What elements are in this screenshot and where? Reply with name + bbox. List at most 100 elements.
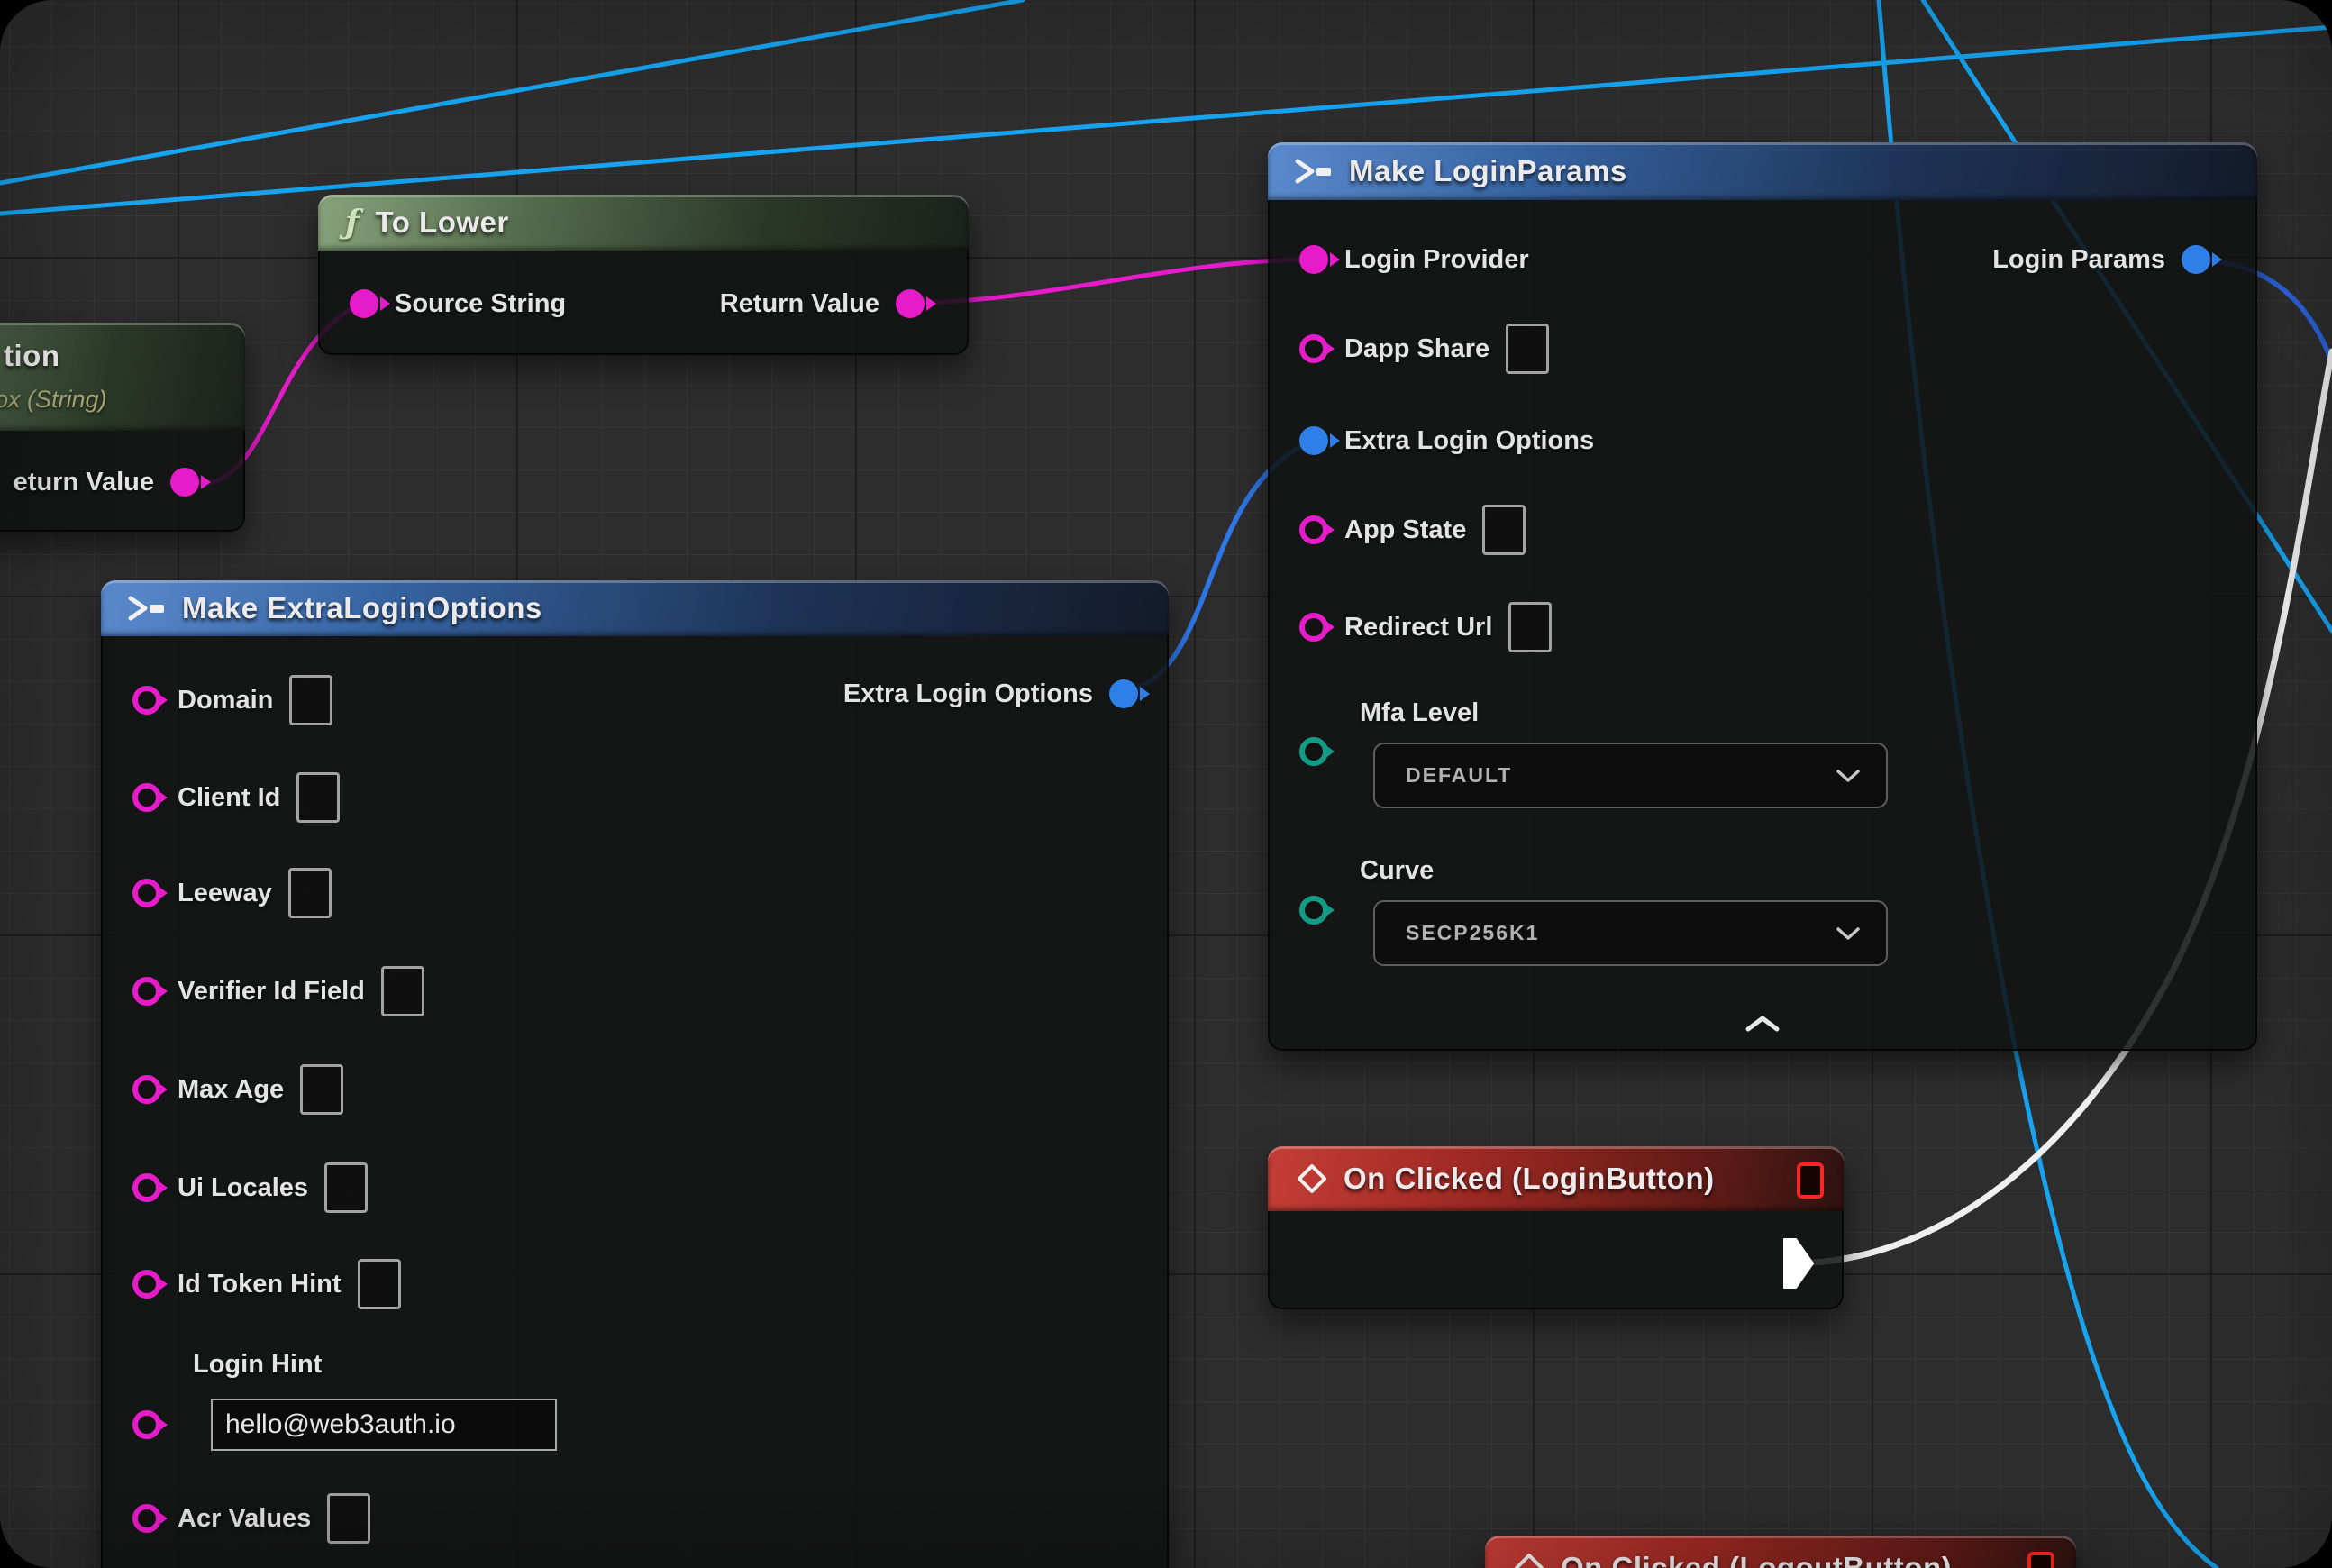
- max-age-default-value-box[interactable]: [300, 1064, 343, 1115]
- id-token-hint-default-value-box[interactable]: [358, 1259, 401, 1309]
- enum-input-pin[interactable]: [1299, 896, 1328, 925]
- pin-label: Acr Values: [178, 1504, 311, 1534]
- pin-row-domain: Domain: [132, 675, 332, 725]
- pin-row-leeway: Leeway: [132, 868, 332, 918]
- node-title: To Lower: [376, 205, 509, 240]
- blueprint-canvas[interactable]: tion ox (String) eturn Value ƒ To Lower …: [0, 0, 2332, 1568]
- pin-label: Extra Login Options: [1344, 426, 1594, 456]
- string-output-pin[interactable]: [170, 468, 199, 497]
- pin-label: Ui Locales: [178, 1173, 308, 1203]
- dapp-share-default-value-box[interactable]: [1506, 324, 1549, 374]
- pin-label: Domain: [178, 686, 273, 716]
- pin-label: Id Token Hint: [178, 1270, 342, 1299]
- node-make-extra-login-options-header[interactable]: Make ExtraLoginOptions: [101, 580, 1169, 636]
- login-hint-input[interactable]: [211, 1399, 557, 1451]
- node-title: Make ExtraLoginOptions: [182, 591, 542, 625]
- pin-label: Redirect Url: [1344, 613, 1492, 643]
- string-input-pin[interactable]: [132, 1270, 161, 1299]
- string-input-pin[interactable]: [132, 1173, 161, 1202]
- struct-input-pin[interactable]: [1299, 426, 1328, 455]
- node-to-lower[interactable]: ƒ To Lower Source String Return Value: [318, 195, 969, 355]
- string-input-pin[interactable]: [132, 977, 161, 1006]
- pin-row-dapp-share: Dapp Share: [1299, 324, 1549, 374]
- node-subtitle: ox (String): [0, 386, 107, 414]
- struct-output-pin[interactable]: [1109, 679, 1138, 708]
- node-title: tion: [4, 339, 59, 373]
- node-make-login-params-header[interactable]: Make LoginParams: [1268, 142, 2257, 200]
- acr-values-default-value-box[interactable]: [327, 1493, 370, 1544]
- string-input-pin[interactable]: [132, 1410, 161, 1439]
- curve-value: SECP256K1: [1406, 921, 1539, 945]
- verifier-id-field-default-value-box[interactable]: [381, 966, 424, 1016]
- string-input-pin[interactable]: [1299, 613, 1328, 642]
- make-struct-icon: [1293, 158, 1335, 185]
- pin-label: Return Value: [720, 289, 879, 319]
- string-input-pin[interactable]: [132, 686, 161, 715]
- node-on-clicked-logout-button[interactable]: On Clicked (LogoutButton): [1485, 1536, 2076, 1568]
- bound-event-box-icon: [1797, 1162, 1824, 1199]
- pin-label: Max Age: [178, 1075, 284, 1105]
- event-diamond-icon: [1297, 1163, 1327, 1194]
- pin-row-source-string: Source String: [350, 278, 566, 329]
- node-to-lower-header[interactable]: ƒ To Lower: [318, 195, 969, 251]
- struct-output-pin[interactable]: [2182, 245, 2210, 274]
- login-hint-label: Login Hint: [193, 1350, 322, 1380]
- pin-label: Source String: [395, 289, 566, 319]
- pin-label: Login Params: [1992, 245, 2165, 275]
- pin-row-ui-locales: Ui Locales: [132, 1162, 368, 1213]
- string-input-pin[interactable]: [132, 1075, 161, 1104]
- string-input-pin[interactable]: [132, 879, 161, 907]
- pin-row-return-value: Return Value: [720, 278, 925, 329]
- node-title: Make LoginParams: [1349, 154, 1627, 188]
- pin-row-acr-values: Acr Values: [132, 1493, 370, 1544]
- string-output-pin[interactable]: [896, 289, 925, 318]
- string-input-pin[interactable]: [350, 289, 378, 318]
- pin-label: Login Provider: [1344, 245, 1529, 275]
- mfa-level-value: DEFAULT: [1406, 763, 1512, 788]
- pin-label: Client Id: [178, 783, 280, 813]
- collapse-node-chevron-icon[interactable]: [1744, 1015, 1781, 1033]
- string-input-pin[interactable]: [1299, 515, 1328, 544]
- pin-label: Dapp Share: [1344, 334, 1489, 364]
- pin-row-app-state: App State: [1299, 505, 1526, 555]
- make-struct-icon: [126, 595, 168, 622]
- mfa-level-dropdown[interactable]: DEFAULT: [1373, 743, 1888, 808]
- curve-dropdown[interactable]: SECP256K1: [1373, 900, 1888, 966]
- pin-row-return-value: eturn Value: [14, 457, 199, 507]
- string-input-pin[interactable]: [132, 783, 161, 812]
- leeway-default-value-box[interactable]: [288, 868, 332, 918]
- node-on-clicked-login-button-header[interactable]: On Clicked (LoginButton): [1268, 1146, 1844, 1211]
- pin-row-login-params-out: Login Params: [1992, 234, 2210, 285]
- node-make-extra-login-options[interactable]: Make ExtraLoginOptions Extra Login Optio…: [101, 580, 1169, 1568]
- pin-row-extra-login-options-out: Extra Login Options: [843, 669, 1138, 719]
- node-title: On Clicked (LoginButton): [1344, 1162, 1715, 1196]
- exec-output-pin[interactable]: [1782, 1237, 1815, 1290]
- pin-label: App State: [1344, 515, 1466, 545]
- wire-tolower-to-login-provider: [908, 260, 1313, 303]
- ui-locales-default-value-box[interactable]: [324, 1162, 368, 1213]
- node-make-login-params[interactable]: Make LoginParams Login Params Login Prov…: [1268, 142, 2257, 1051]
- node-truncated-function[interactable]: tion ox (String) eturn Value: [0, 323, 245, 532]
- enum-input-pin[interactable]: [1299, 737, 1328, 766]
- pin-row-verifier-id-field: Verifier Id Field: [132, 966, 424, 1016]
- string-input-pin[interactable]: [1299, 334, 1328, 363]
- string-input-pin[interactable]: [1299, 245, 1328, 274]
- pin-label: Leeway: [178, 879, 272, 908]
- bound-event-box-icon: [2027, 1552, 2054, 1568]
- node-on-clicked-logout-button-header[interactable]: On Clicked (LogoutButton): [1485, 1536, 2076, 1568]
- app-state-default-value-box[interactable]: [1482, 505, 1526, 555]
- redirect-url-default-value-box[interactable]: [1508, 602, 1552, 652]
- node-on-clicked-login-button[interactable]: On Clicked (LoginButton): [1268, 1146, 1844, 1309]
- domain-default-value-box[interactable]: [289, 675, 332, 725]
- node-truncated-function-header[interactable]: tion ox (String): [0, 323, 245, 431]
- string-input-pin[interactable]: [132, 1504, 161, 1533]
- mfa-level-label: Mfa Level: [1360, 698, 1479, 728]
- pin-row-client-id: Client Id: [132, 772, 340, 823]
- chevron-down-icon: [1836, 926, 1861, 941]
- client-id-default-value-box[interactable]: [296, 772, 340, 823]
- event-diamond-icon: [1514, 1553, 1544, 1568]
- pin-row-redirect-url: Redirect Url: [1299, 602, 1552, 652]
- pin-row-max-age: Max Age: [132, 1064, 343, 1115]
- wire-background-blue-1: [0, 0, 1023, 183]
- pin-row-id-token-hint: Id Token Hint: [132, 1259, 401, 1309]
